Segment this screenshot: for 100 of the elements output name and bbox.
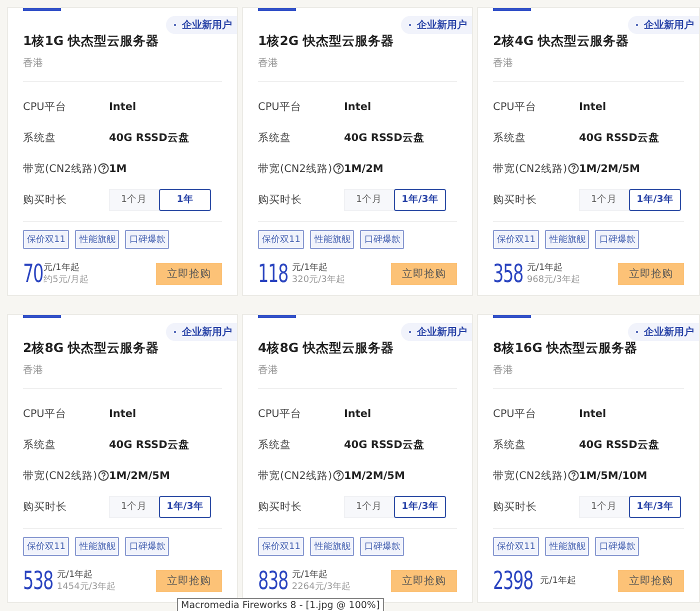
tag: 保价双11 [258,537,304,556]
price-note: 1454元/3年起 [56,580,116,592]
duration-option[interactable]: 1个月 [579,188,629,210]
tag: 性能旗舰 [310,537,354,556]
region-text: 香港 [493,364,514,377]
duration-label: 购买时长 [493,192,537,206]
price-unit: 元/1年起 [44,262,80,274]
spec-label: 系统盘 [493,438,526,452]
duration-option[interactable]: 1年/3年 [629,496,681,518]
spec-label: 系统盘 [258,438,291,452]
accent-bar [493,8,531,11]
tag: 性能旗舰 [75,537,120,556]
price-note: 2264元/3年起 [292,580,351,592]
duration-option[interactable]: 1年/3年 [159,496,211,518]
region-text: 香港 [493,56,514,70]
help-icon[interactable] [333,470,344,481]
tag: 性能旗舰 [75,230,120,249]
duration-label: 购买时长 [23,500,67,514]
spec-label: 系统盘 [493,130,526,144]
spec-value: 40G RSSD云盘 [109,130,190,144]
spec-label: CPU平台 [258,100,302,114]
region-text: 香港 [258,364,279,377]
help-icon[interactable] [98,470,110,481]
accent-bar [258,8,296,11]
tag: 口碑爆款 [595,537,640,556]
help-icon[interactable] [568,163,580,174]
help-icon[interactable] [98,163,110,174]
price: 538 [23,566,53,595]
buy-button[interactable]: 立即抢购 [156,570,222,592]
duration-option[interactable]: 1年/3年 [394,496,446,518]
spec-value: Intel [344,408,372,420]
spec-value: 40G RSSD云盘 [579,438,660,452]
spec-label: 带宽(CN2线路) [258,162,332,176]
price-unit: 元/1年起 [540,574,576,586]
buy-button[interactable]: 立即抢购 [618,262,684,284]
tag: 保价双11 [493,537,540,556]
spec-label: 系统盘 [23,130,56,144]
spec-label: CPU平台 [23,100,66,114]
tag: 口碑爆款 [595,230,640,249]
duration-option[interactable]: 1年 [159,188,211,210]
price-note: 320元/3年起 [292,274,345,286]
spec-label: 带宽(CN2线路) [23,162,98,176]
spec-label: 带宽(CN2线路) [493,162,568,176]
spec-label: 系统盘 [23,438,56,452]
card-title: 4核8G 快杰型云服务器 [258,340,396,357]
spec-label: 带宽(CN2线路) [493,468,568,482]
badge: 企业新用户 [628,16,699,34]
price: 358 [493,259,523,288]
price: 838 [258,566,288,595]
spec-value: 1M/2M/5M [344,470,405,482]
region-text: 香港 [23,56,44,70]
spec-value: 1M [109,162,127,174]
spec-label: CPU平台 [493,406,536,420]
duration-label: 购买时长 [23,192,67,206]
card-title: 8核16G 快杰型云服务器 [493,340,639,357]
duration-option[interactable]: 1个月 [344,188,394,210]
spec-value: Intel [344,100,372,112]
buy-button[interactable]: 立即抢购 [391,262,457,284]
price-note: 968元/3年起 [526,274,580,286]
tag: 保价双11 [23,230,70,249]
duration-option[interactable]: 1个月 [344,496,394,518]
spec-value: 40G RSSD云盘 [344,130,424,144]
tag: 口碑爆款 [125,537,170,556]
spec-value: 40G RSSD云盘 [344,438,424,452]
help-icon[interactable] [568,470,580,481]
tooltip: Macromedia Fireworks 8 - [1.jpg @ 100%] [177,598,384,611]
price-unit: 元/1年起 [292,262,329,274]
tag: 性能旗舰 [310,230,354,249]
price-note: 约5元/月起 [44,274,88,286]
spec-label: 带宽(CN2线路) [258,468,332,482]
spec-label: CPU平台 [258,406,302,420]
badge: 企业新用户 [628,323,699,341]
price: 118 [258,259,288,288]
tag: 性能旗舰 [545,230,590,249]
duration-option[interactable]: 1个月 [109,496,159,518]
duration-label: 购买时长 [258,500,302,514]
duration-option[interactable]: 1年/3年 [394,188,446,210]
help-icon[interactable] [333,163,344,174]
price: 70 [23,259,43,288]
spec-value: 40G RSSD云盘 [579,130,660,144]
card-title: 1核1G 快杰型云服务器 [23,33,160,50]
spec-label: 带宽(CN2线路) [23,468,98,482]
duration-label: 购买时长 [493,500,537,514]
duration-option[interactable]: 1年/3年 [629,188,681,210]
accent-bar [23,8,61,11]
price-unit: 元/1年起 [56,568,94,580]
buy-button[interactable]: 立即抢购 [391,570,457,592]
price-unit: 元/1年起 [526,262,564,274]
duration-option[interactable]: 1个月 [579,496,629,518]
tag: 性能旗舰 [545,537,590,556]
accent-bar [258,315,296,318]
buy-button[interactable]: 立即抢购 [156,262,222,284]
tag: 口碑爆款 [360,537,404,556]
spec-value: Intel [109,408,136,420]
duration-option[interactable]: 1个月 [109,188,159,210]
tag: 口碑爆款 [360,230,404,249]
region-text: 香港 [23,364,44,377]
buy-button[interactable]: 立即抢购 [618,570,684,592]
region-text: 香港 [258,56,279,70]
accent-bar [493,315,531,318]
